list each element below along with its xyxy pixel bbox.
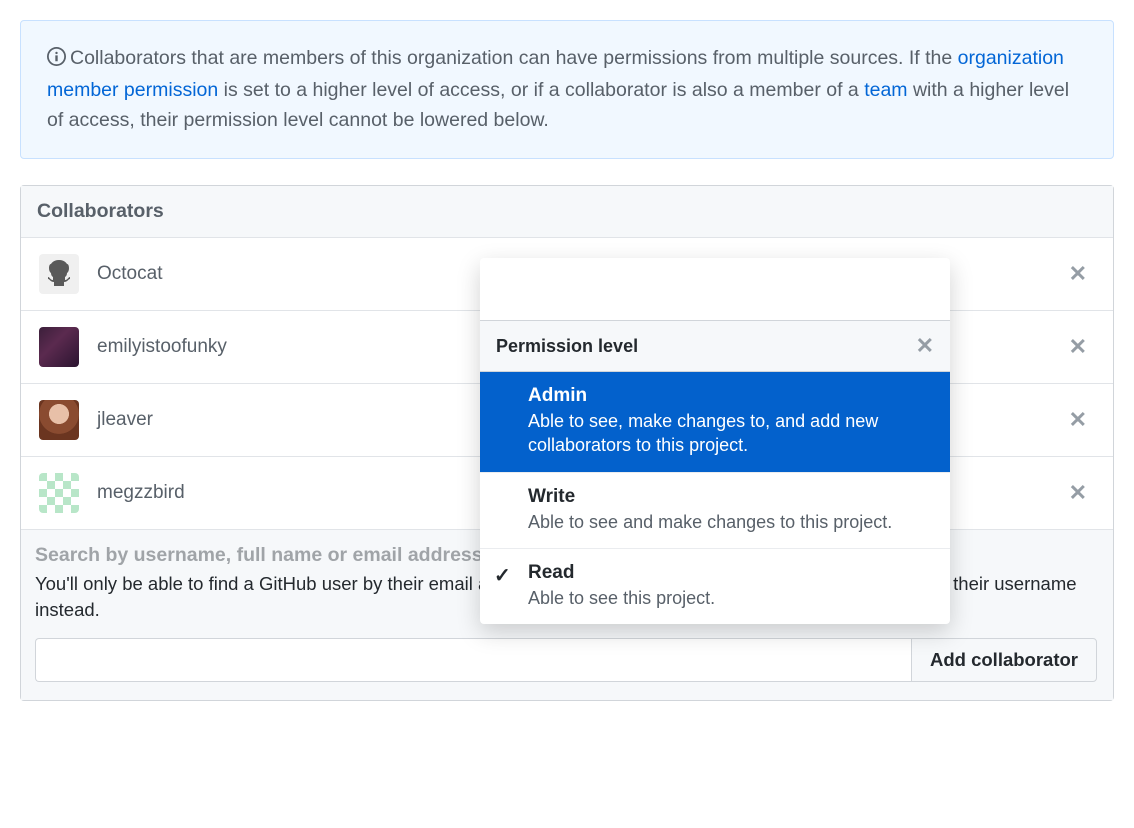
popover-header: Permission level ✕	[480, 320, 950, 372]
add-collaborator-button[interactable]: Add collaborator	[911, 638, 1097, 682]
remove-collaborator-button[interactable]: ✕	[1061, 330, 1095, 364]
panel-title: Collaborators	[21, 186, 1113, 238]
permission-popover: Permission level ✕ Admin Able to see, ma…	[480, 258, 950, 624]
remove-collaborator-button[interactable]: ✕	[1061, 476, 1095, 510]
info-icon	[47, 45, 66, 75]
option-title: Read	[528, 562, 930, 584]
option-title: Write	[528, 486, 930, 508]
banner-text-2: is set to a higher level of access, or i…	[218, 79, 864, 101]
permission-option-read[interactable]: ✓ Read Able to see this project.	[480, 549, 950, 624]
option-desc: Able to see this project.	[528, 586, 930, 610]
permission-option-write[interactable]: Write Able to see and make changes to th…	[480, 473, 950, 549]
permission-option-admin[interactable]: Admin Able to see, make changes to, and …	[480, 372, 950, 473]
search-input[interactable]	[35, 638, 911, 682]
check-icon: ✓	[494, 563, 511, 588]
option-desc: Able to see and make changes to this pro…	[528, 510, 930, 534]
avatar	[39, 254, 79, 294]
close-icon[interactable]: ✕	[916, 333, 934, 359]
avatar	[39, 327, 79, 367]
team-link[interactable]: team	[864, 79, 907, 101]
avatar	[39, 400, 79, 440]
info-banner: Collaborators that are members of this o…	[20, 20, 1114, 159]
option-title: Admin	[528, 385, 930, 407]
banner-text-1: Collaborators that are members of this o…	[70, 47, 958, 69]
search-bar: Add collaborator	[35, 638, 1097, 682]
remove-collaborator-button[interactable]: ✕	[1061, 403, 1095, 437]
option-desc: Able to see, make changes to, and add ne…	[528, 409, 930, 458]
popover-title: Permission level	[496, 336, 638, 357]
remove-collaborator-button[interactable]: ✕	[1061, 257, 1095, 291]
avatar	[39, 473, 79, 513]
